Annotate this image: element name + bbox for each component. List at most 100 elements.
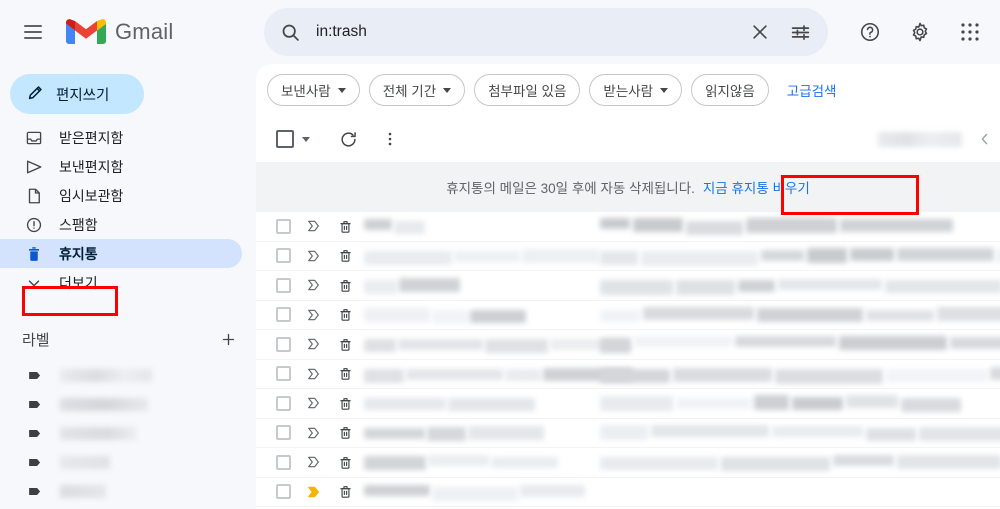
row-trash-icon[interactable] (336, 396, 354, 411)
sidebar-item-drafts[interactable]: 임시보관함 (0, 181, 242, 210)
label-item[interactable] (0, 448, 256, 477)
label-item[interactable] (0, 477, 256, 506)
chip-from[interactable]: 보낸사람 (267, 74, 360, 106)
sidebar-item-inbox[interactable]: 받은편지함 (0, 123, 242, 152)
search-bar[interactable] (264, 8, 828, 56)
row-trash-icon[interactable] (336, 455, 354, 470)
select-all-checkbox[interactable] (276, 130, 294, 148)
sidebar-item-sent[interactable]: 보낸편지함 (0, 152, 242, 181)
row-checkbox[interactable] (276, 454, 291, 470)
sidebar-item-label: 받은편지함 (59, 129, 124, 146)
chip-has-attachment[interactable]: 첨부파일 있음 (474, 74, 581, 106)
pencil-icon (26, 83, 45, 105)
gear-icon[interactable] (898, 10, 942, 54)
redacted-text (470, 309, 526, 323)
gmail-brand[interactable]: Gmail (66, 17, 173, 47)
redacted-text (600, 309, 640, 322)
important-marker-icon[interactable] (305, 336, 323, 352)
empty-trash-now-link[interactable]: 지금 휴지통 비우기 (703, 177, 810, 197)
row-checkbox[interactable] (276, 366, 291, 382)
sidebar-item-spam[interactable]: 스팸함 (0, 210, 242, 239)
main-menu-icon[interactable] (16, 15, 50, 49)
important-marker-icon[interactable] (305, 277, 323, 293)
more-options-icon[interactable] (372, 121, 408, 157)
row-checkbox[interactable] (276, 336, 291, 352)
mail-row[interactable] (256, 271, 1000, 301)
pagination (878, 116, 1000, 162)
row-trash-icon[interactable] (336, 307, 354, 322)
row-trash-icon[interactable] (336, 366, 354, 381)
row-checkbox[interactable] (276, 395, 291, 411)
menu-bar-1 (24, 25, 42, 27)
select-options-chevron-down-icon[interactable] (302, 136, 310, 142)
redacted-text (641, 250, 758, 266)
label-item[interactable] (0, 390, 256, 419)
redacted-text (468, 425, 544, 440)
previous-page-icon[interactable] (970, 121, 1000, 157)
mail-row[interactable] (256, 241, 1000, 271)
label-item[interactable] (0, 361, 256, 390)
redacted-text (633, 218, 683, 233)
important-marker-icon[interactable] (305, 395, 323, 411)
row-checkbox[interactable] (276, 425, 291, 441)
add-label-icon[interactable] (218, 329, 238, 349)
important-marker-icon[interactable] (305, 218, 323, 234)
row-checkbox[interactable] (276, 248, 291, 264)
row-trash-icon[interactable] (336, 425, 354, 440)
row-trash-icon[interactable] (336, 248, 354, 263)
advanced-search-link[interactable]: 고급검색 (787, 80, 837, 100)
row-trash-icon[interactable] (336, 337, 354, 352)
redacted-text (364, 219, 392, 231)
chip-unread[interactable]: 읽지않음 (691, 74, 769, 106)
chip-to[interactable]: 받는사람 (589, 74, 683, 106)
mail-row[interactable] (256, 212, 1000, 242)
subject-cell (600, 422, 1000, 444)
redacted-text (754, 395, 789, 411)
redacted-text (600, 368, 670, 383)
sidebar-nav: 받은편지함 보낸편지함 임시보관함 스팸함 휴지통 더보기 (0, 123, 256, 297)
redacted-text (398, 339, 483, 351)
chip-date-range[interactable]: 전체 기간 (368, 74, 466, 106)
mail-row[interactable] (256, 300, 1000, 330)
search-icon[interactable] (270, 12, 310, 52)
mail-row[interactable] (256, 477, 1000, 507)
sidebar-item-more[interactable]: 더보기 (0, 268, 242, 297)
redacted-text (886, 368, 987, 382)
subject-cell (600, 481, 992, 503)
important-marker-icon[interactable] (305, 248, 323, 264)
important-marker-icon[interactable] (305, 454, 323, 470)
refresh-icon[interactable] (330, 121, 366, 157)
important-marker-icon[interactable] (305, 307, 323, 323)
row-checkbox[interactable] (276, 218, 291, 234)
pagination-count-redacted (878, 131, 962, 147)
mail-row[interactable] (256, 418, 1000, 448)
mail-row[interactable] (256, 330, 1000, 360)
google-apps-icon[interactable] (948, 10, 992, 54)
row-checkbox[interactable] (276, 484, 291, 500)
redacted-text (364, 280, 397, 295)
close-icon[interactable] (740, 12, 780, 52)
redacted-text (505, 368, 541, 381)
sidebar-item-trash[interactable]: 휴지통 (0, 239, 242, 268)
mail-row[interactable] (256, 389, 1000, 419)
search-input[interactable] (316, 23, 740, 41)
redacted-text (491, 457, 558, 469)
mail-row[interactable] (256, 359, 1000, 389)
label-item[interactable] (0, 419, 256, 448)
app-header: Gmail (0, 0, 1000, 64)
row-trash-icon[interactable] (336, 484, 354, 499)
help-icon[interactable] (848, 10, 892, 54)
row-trash-icon[interactable] (336, 219, 354, 234)
redacted-text (600, 218, 630, 230)
subject-cell (600, 333, 1000, 355)
compose-button[interactable]: 편지쓰기 (10, 74, 144, 114)
label-name-redacted (60, 369, 152, 382)
important-marker-icon[interactable] (305, 484, 323, 500)
row-checkbox[interactable] (276, 277, 291, 293)
search-options-icon[interactable] (780, 12, 820, 52)
important-marker-icon[interactable] (305, 425, 323, 441)
row-checkbox[interactable] (276, 307, 291, 323)
important-marker-icon[interactable] (305, 366, 323, 382)
mail-row[interactable] (256, 448, 1000, 478)
row-trash-icon[interactable] (336, 278, 354, 293)
